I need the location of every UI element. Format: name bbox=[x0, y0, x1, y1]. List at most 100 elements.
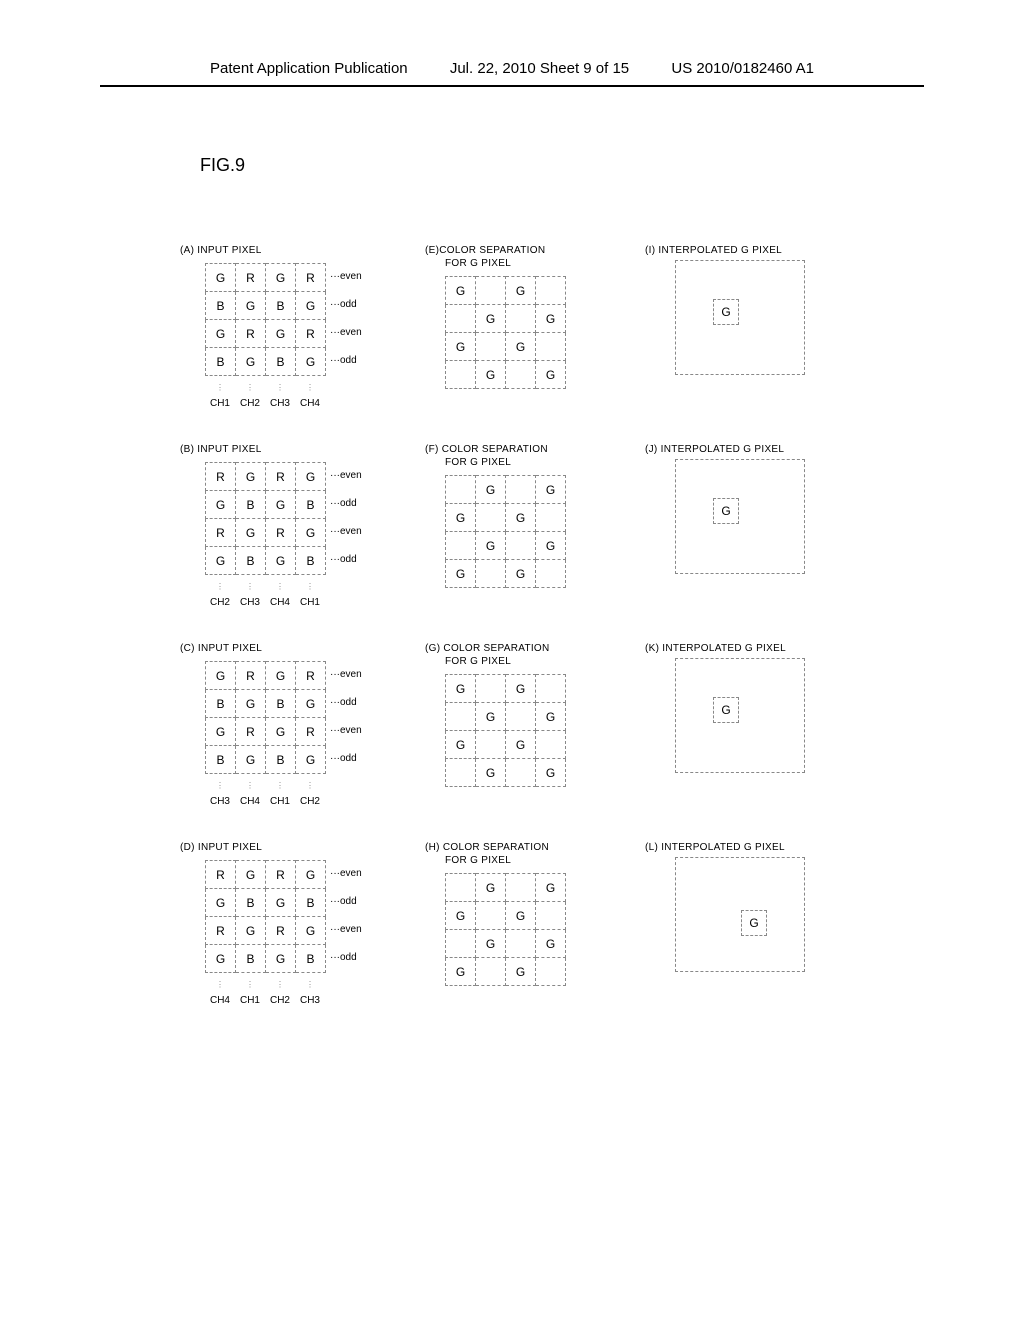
channel-tick: ⋮ bbox=[205, 980, 235, 989]
pixel-cell: R bbox=[206, 519, 236, 547]
pixel-cell: G bbox=[266, 320, 296, 348]
pixel-cell: G bbox=[446, 675, 476, 703]
pixel-cell: G bbox=[476, 703, 506, 731]
header-center: Jul. 22, 2010 Sheet 9 of 15 bbox=[450, 60, 629, 77]
pixel-cell: G bbox=[296, 292, 326, 320]
row-4: (D) INPUT PIXEL RGRGGBGBRGRGGBGB ···even… bbox=[180, 842, 930, 1006]
panel-e-grid: GGGGGGGG bbox=[445, 276, 566, 389]
pixel-cell: G bbox=[296, 348, 326, 376]
panel-h-sublabel: FOR G PIXEL bbox=[445, 855, 645, 866]
row-annotation: ···odd bbox=[330, 952, 357, 963]
page-header: Patent Application Publication Jul. 22, … bbox=[100, 0, 924, 87]
channel-label: CH3 bbox=[265, 398, 295, 409]
pixel-cell bbox=[506, 305, 536, 333]
header-left: Patent Application Publication bbox=[210, 60, 408, 77]
pixel-cell: G bbox=[536, 930, 566, 958]
row-annotation: ···even bbox=[330, 924, 362, 935]
pixel-cell: R bbox=[266, 519, 296, 547]
pixel-cell bbox=[476, 504, 506, 532]
pixel-cell: G bbox=[236, 292, 266, 320]
channel-label: CH4 bbox=[205, 995, 235, 1006]
pixel-cell: B bbox=[206, 292, 236, 320]
channel-tick: ⋮ bbox=[205, 781, 235, 790]
panel-g-label: (G) COLOR SEPARATION bbox=[425, 643, 645, 654]
pixel-cell bbox=[506, 532, 536, 560]
pixel-cell: G bbox=[506, 731, 536, 759]
pixel-cell: R bbox=[266, 463, 296, 491]
pixel-cell: G bbox=[296, 861, 326, 889]
panel-h-grid: GGGGGGGG bbox=[445, 873, 566, 986]
row-annotation: ···even bbox=[330, 271, 362, 282]
panel-i-box: G bbox=[675, 260, 805, 375]
pixel-cell: G bbox=[536, 476, 566, 504]
panel-f-label: (F) COLOR SEPARATION bbox=[425, 444, 645, 455]
pixel-cell: G bbox=[536, 361, 566, 389]
pixel-cell: G bbox=[446, 504, 476, 532]
pixel-cell: G bbox=[476, 532, 506, 560]
channel-label: CH2 bbox=[235, 398, 265, 409]
pixel-cell: G bbox=[536, 759, 566, 787]
figure-content: (A) INPUT PIXEL GRGRBGBGGRGRBGBG ···even… bbox=[180, 245, 930, 1041]
pixel-cell: G bbox=[476, 305, 506, 333]
pixel-cell bbox=[536, 958, 566, 986]
pixel-cell: G bbox=[266, 718, 296, 746]
panel-g-grid: GGGGGGGG bbox=[445, 674, 566, 787]
panel-i: (I) INTERPOLATED G PIXEL G bbox=[645, 245, 875, 375]
pixel-cell bbox=[446, 874, 476, 902]
pixel-cell: R bbox=[236, 320, 266, 348]
row-annotation: ···odd bbox=[330, 498, 357, 509]
channel-tick: ⋮ bbox=[235, 781, 265, 790]
channel-label: CH1 bbox=[295, 597, 325, 608]
row-annotation: ···odd bbox=[330, 697, 357, 708]
row-annotation: ···even bbox=[330, 470, 362, 481]
pixel-cell bbox=[476, 958, 506, 986]
panel-a-grid: GRGRBGBGGRGRBGBG bbox=[205, 263, 326, 376]
panel-c-channels: CH3CH4CH1CH2 bbox=[205, 796, 425, 807]
pixel-cell bbox=[476, 277, 506, 305]
pixel-cell bbox=[476, 560, 506, 588]
pixel-cell bbox=[506, 759, 536, 787]
panel-a-channels: CH1CH2CH3CH4 bbox=[205, 398, 425, 409]
pixel-cell bbox=[536, 277, 566, 305]
row-annotation: ···even bbox=[330, 725, 362, 736]
panel-g-sublabel: FOR G PIXEL bbox=[445, 656, 645, 667]
channel-tick: ⋮ bbox=[265, 980, 295, 989]
pixel-cell: G bbox=[446, 902, 476, 930]
panel-f-grid: GGGGGGGG bbox=[445, 475, 566, 588]
panel-d: (D) INPUT PIXEL RGRGGBGBRGRGGBGB ···even… bbox=[180, 842, 425, 1006]
pixel-cell bbox=[446, 930, 476, 958]
pixel-cell: G bbox=[266, 662, 296, 690]
pixel-cell: G bbox=[296, 746, 326, 774]
pixel-cell: B bbox=[206, 348, 236, 376]
pixel-cell bbox=[446, 532, 476, 560]
channel-tick: ⋮ bbox=[295, 383, 325, 392]
pixel-cell: G bbox=[206, 889, 236, 917]
pixel-cell bbox=[476, 902, 506, 930]
pixel-cell: G bbox=[266, 264, 296, 292]
panel-a: (A) INPUT PIXEL GRGRBGBGGRGRBGBG ···even… bbox=[180, 245, 425, 409]
panel-j-box: G bbox=[675, 459, 805, 574]
pixel-cell: G bbox=[236, 861, 266, 889]
pixel-cell bbox=[446, 759, 476, 787]
pixel-cell bbox=[476, 731, 506, 759]
pixel-cell: G bbox=[206, 320, 236, 348]
panel-g: (G) COLOR SEPARATION FOR G PIXEL GGGGGGG… bbox=[425, 643, 645, 792]
pixel-cell: G bbox=[296, 690, 326, 718]
channel-label: CH2 bbox=[205, 597, 235, 608]
row-3: (C) INPUT PIXEL GRGRBGBGGRGRBGBG ···even… bbox=[180, 643, 930, 807]
pixel-cell: B bbox=[206, 746, 236, 774]
pixel-cell: B bbox=[236, 889, 266, 917]
channel-label: CH1 bbox=[235, 995, 265, 1006]
channel-tick: ⋮ bbox=[265, 582, 295, 591]
pixel-cell bbox=[536, 902, 566, 930]
panel-d-channels: CH4CH1CH2CH3 bbox=[205, 995, 425, 1006]
channel-tick: ⋮ bbox=[205, 383, 235, 392]
row-annotation: ···odd bbox=[330, 299, 357, 310]
pixel-cell: R bbox=[236, 662, 266, 690]
pixel-cell: G bbox=[236, 463, 266, 491]
pixel-cell: G bbox=[476, 759, 506, 787]
panel-h-label: (H) COLOR SEPARATION bbox=[425, 842, 645, 853]
row-annotation: ···odd bbox=[330, 896, 357, 907]
pixel-cell: G bbox=[236, 746, 266, 774]
panel-l-box: G bbox=[675, 857, 805, 972]
